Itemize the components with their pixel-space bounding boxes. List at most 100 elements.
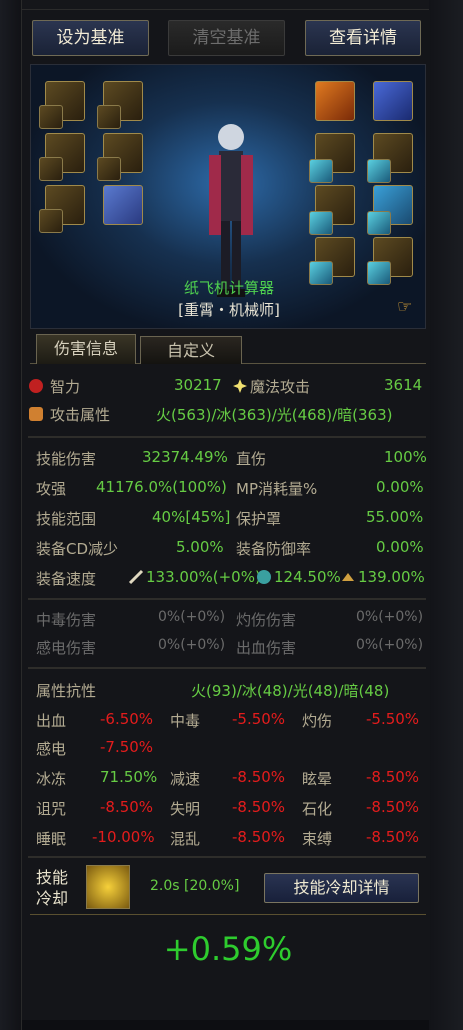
magic-attack-icon	[232, 378, 248, 394]
equip-slot-pet[interactable]	[103, 185, 143, 225]
bleed-resist-value: -6.50%	[100, 710, 154, 728]
element-row: 攻击属性 火(563)/冰(363)/光(468)/暗(363)	[29, 404, 420, 428]
equip-slot-emblem[interactable]	[373, 81, 413, 121]
shock-label: 感电伤害	[36, 639, 97, 657]
bind-resist-label: 束缚	[302, 830, 333, 848]
avatar-slot-2[interactable]	[97, 105, 121, 129]
blind-resist-label: 失明	[170, 800, 201, 818]
cooldown-value: 2.0s [20.0%]	[150, 878, 240, 894]
tab-custom[interactable]: 自定义	[140, 336, 242, 364]
avatar-slot-1[interactable]	[39, 105, 63, 129]
direct-value: 100%	[384, 448, 427, 466]
set-baseline-button[interactable]: 设为基准	[32, 20, 149, 56]
status-row-2: 感电 -7.50%	[36, 738, 420, 762]
divider	[28, 598, 426, 600]
status-row-5: 睡眠 -10.00% 混乱 -8.50% 束缚 -8.50%	[36, 828, 420, 852]
cast-speed-icon	[256, 569, 272, 585]
bind-resist-value: -8.50%	[366, 828, 420, 846]
equip-slot-title[interactable]	[315, 81, 355, 121]
sleep-resist-value: -10.00%	[92, 828, 155, 846]
divider	[30, 914, 426, 915]
resist-label: 属性抗性	[36, 682, 97, 700]
shock-resist-value: -7.50%	[100, 738, 154, 756]
sleep-resist-label: 睡眠	[36, 830, 67, 848]
status-row-4: 诅咒 -8.50% 失明 -8.50% 石化 -8.50%	[36, 798, 420, 822]
cast-speed-value: 124.50%	[274, 568, 341, 586]
avatar-slot-9[interactable]	[367, 211, 391, 235]
attack-speed-icon	[128, 569, 144, 585]
attack-row: 攻强 41176.0%(100%) MP消耗量% 0.00%	[36, 478, 424, 502]
intelligence-icon	[28, 378, 44, 394]
poison-burn-row: 中毒伤害 0%(+0%) 灼伤伤害 0%(+0%)	[36, 609, 424, 633]
chaos-resist-value: -8.50%	[232, 828, 286, 846]
shock-bleed-row: 感电伤害 0%(+0%) 出血伤害 0%(+0%)	[36, 637, 424, 661]
avatar-slot-5[interactable]	[39, 209, 63, 233]
freeze-resist-label: 冰冻	[36, 770, 67, 788]
int-value: 30217	[174, 376, 222, 394]
elem-label: 攻击属性	[50, 406, 111, 424]
poison-label: 中毒伤害	[36, 611, 97, 629]
bleed-value: 0%(+0%)	[356, 637, 424, 653]
elem-value: 火(563)/冰(363)/光(468)/暗(363)	[156, 406, 393, 424]
tab-damage-info[interactable]: 伤害信息	[36, 334, 136, 364]
character-portrait: 纸飞机计算器 [重霄・机械师] ☞	[30, 64, 426, 329]
move-speed-value: 139.00%	[358, 568, 425, 586]
shield-label: 保护罩	[236, 510, 282, 528]
cooldown-label-2: 冷却	[36, 889, 69, 908]
cd-value: 5.00%	[176, 538, 224, 556]
direct-label: 直伤	[236, 450, 267, 468]
cd-label: 装备CD减少	[36, 540, 119, 558]
range-label: 技能范围	[36, 510, 97, 528]
atk-label: 攻强	[36, 480, 67, 498]
pointing-hand-icon[interactable]: ☞	[397, 297, 412, 317]
slow-resist-label: 减速	[170, 770, 201, 788]
divider	[28, 856, 426, 858]
avatar-slot-3[interactable]	[39, 157, 63, 181]
bleed-label: 出血伤害	[236, 639, 297, 657]
shock-value: 0%(+0%)	[158, 637, 226, 653]
stone-resist-value: -8.50%	[366, 798, 420, 816]
speed-label: 装备速度	[36, 570, 97, 588]
range-row: 技能范围 40%[45%] 保护罩 55.00%	[36, 508, 424, 532]
divider	[28, 667, 426, 669]
element-icon	[28, 406, 44, 422]
atk-value: 41176.0%(100%)	[96, 478, 227, 496]
right-background-edge	[429, 0, 463, 1030]
bleed-resist-label: 出血	[36, 712, 67, 730]
avatar-slot-4[interactable]	[97, 157, 121, 181]
tab-bar: 伤害信息 自定义	[30, 332, 426, 364]
range-value: 40%[45%]	[152, 508, 231, 526]
curse-resist-value: -8.50%	[100, 798, 154, 816]
shield-value: 55.00%	[366, 508, 424, 526]
chaos-resist-label: 混乱	[170, 830, 201, 848]
avatar-slot-6[interactable]	[309, 159, 333, 183]
cooldown-details-button[interactable]: 技能冷却详情	[264, 873, 419, 903]
poison-value: 0%(+0%)	[158, 609, 226, 625]
poison-resist-label: 中毒	[170, 712, 201, 730]
status-row-3: 冰冻 71.50% 减速 -8.50% 眩晕 -8.50%	[36, 768, 420, 792]
burn-value: 0%(+0%)	[356, 609, 424, 625]
burn-resist-value: -5.50%	[366, 710, 420, 728]
view-details-button[interactable]: 查看详情	[305, 20, 421, 56]
int-label: 智力	[50, 378, 81, 396]
slow-resist-value: -8.50%	[232, 768, 286, 786]
skill-dmg-value: 32374.49%	[142, 448, 228, 466]
clear-baseline-button[interactable]: 清空基准	[168, 20, 285, 56]
resist-row: 属性抗性 火(93)/冰(48)/光(48)/暗(48)	[36, 680, 420, 704]
move-speed-icon	[340, 569, 356, 585]
burn-resist-label: 灼伤	[302, 712, 333, 730]
skill-cooldown-icon	[86, 865, 130, 909]
matk-value: 3614	[384, 376, 423, 394]
divider	[28, 436, 426, 438]
blind-resist-value: -8.50%	[232, 798, 286, 816]
left-background-edge	[0, 0, 22, 1030]
avatar-slot-7[interactable]	[367, 159, 391, 183]
top-strip	[0, 0, 463, 10]
matk-label: 魔法攻击	[250, 378, 311, 396]
avatar-slot-8[interactable]	[309, 211, 333, 235]
stone-resist-label: 石化	[302, 800, 333, 818]
status-row-1: 出血 -6.50% 中毒 -5.50% 灼伤 -5.50%	[36, 710, 420, 734]
resist-value: 火(93)/冰(48)/光(48)/暗(48)	[191, 682, 390, 700]
character-class: [重霄・机械师]	[178, 301, 280, 319]
skill-dmg-label: 技能伤害	[36, 450, 97, 468]
